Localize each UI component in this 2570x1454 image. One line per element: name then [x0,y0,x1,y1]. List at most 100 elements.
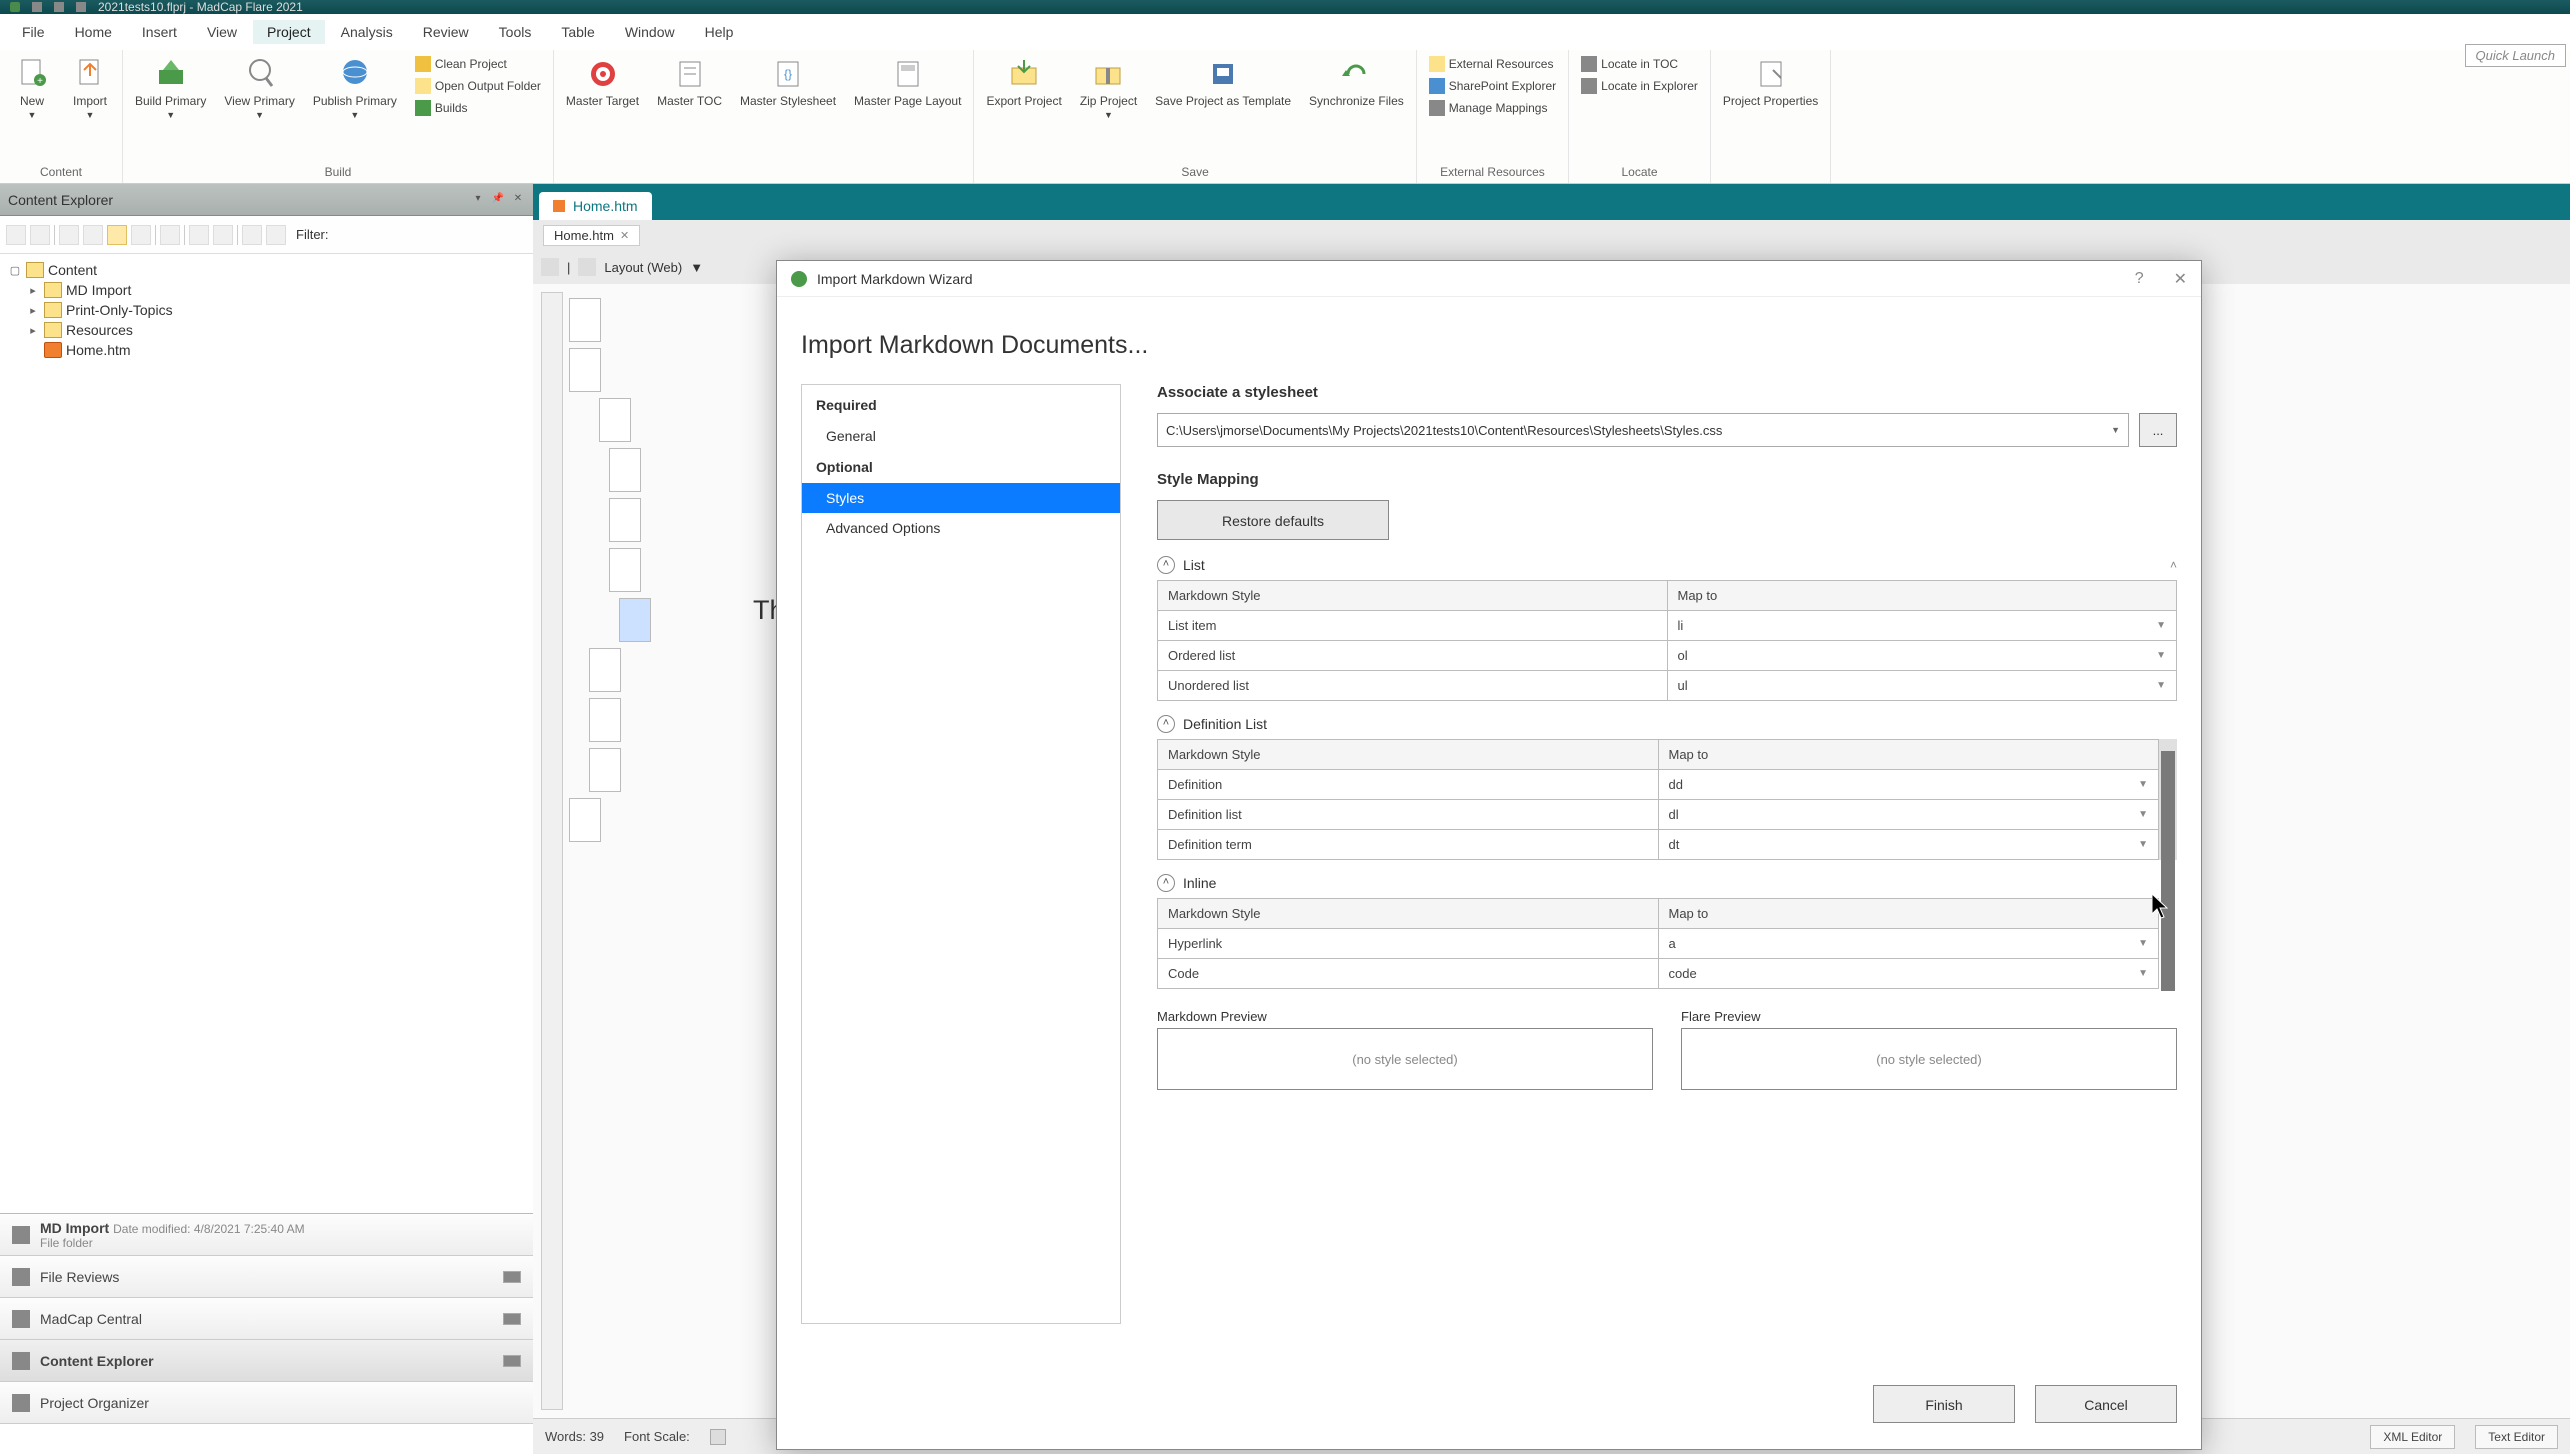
text-editor-tab[interactable]: Text Editor [2475,1425,2558,1449]
view-primary-button[interactable]: View Primary▼ [224,56,294,121]
clean-project-button[interactable]: Clean Project [415,56,541,72]
style-row[interactable]: Ordered listol▼ [1158,641,2176,671]
options-icon[interactable] [503,1355,521,1367]
sharepoint-explorer-button[interactable]: SharePoint Explorer [1429,78,1556,94]
page-thumb[interactable] [619,598,651,642]
panel-tab-project-organizer[interactable]: Project Organizer [0,1382,533,1424]
doc-tab-home[interactable]: Home.htm [539,192,652,220]
restore-defaults-button[interactable]: Restore defaults [1157,500,1389,540]
toolbar-button[interactable] [266,225,286,245]
page-thumb[interactable] [599,398,631,442]
open-output-folder-button[interactable]: Open Output Folder [415,78,541,94]
builds-button[interactable]: Builds [415,100,541,116]
collapse-icon[interactable]: ˄ [1157,715,1175,733]
style-row[interactable]: Definition termdt▼ [1158,830,2158,859]
menu-table[interactable]: Table [547,20,608,44]
inner-tab[interactable]: Home.htm✕ [543,225,640,246]
close-icon[interactable]: ✕ [2174,269,2187,289]
menu-help[interactable]: Help [691,20,748,44]
mapto-dropdown[interactable]: ul▼ [1667,671,2177,700]
menu-file[interactable]: File [8,20,59,44]
import-button[interactable]: Import▼ [70,56,110,121]
mapto-dropdown[interactable]: li▼ [1667,611,2177,640]
toolbar-button[interactable] [578,258,596,276]
finish-button[interactable]: Finish [1873,1385,2015,1423]
chevron-down-icon[interactable]: ▼ [2111,425,2120,435]
page-thumb[interactable] [569,348,601,392]
close-icon[interactable]: ✕ [620,229,629,242]
scrollbar-thumb[interactable] [2161,751,2175,991]
tree-node-md-import[interactable]: ▸MD Import [22,280,529,300]
toolbar-button[interactable] [160,225,180,245]
qat-icon[interactable] [32,2,42,12]
style-row[interactable]: Hyperlinka▼ [1158,929,2158,959]
toolbar-button[interactable] [83,225,103,245]
page-thumb[interactable] [589,698,621,742]
menu-tools[interactable]: Tools [485,20,546,44]
toolbar-button[interactable] [131,225,151,245]
cancel-button[interactable]: Cancel [2035,1385,2177,1423]
menu-project[interactable]: Project [253,20,325,44]
new-button[interactable]: +New▼ [12,56,52,121]
panel-tab-file-reviews[interactable]: File Reviews [0,1256,533,1298]
style-row[interactable]: List itemli▼ [1158,611,2176,641]
toolbar-button[interactable] [59,225,79,245]
quick-launch-input[interactable]: Quick Launch [2465,44,2567,67]
toolbar-button[interactable] [189,225,209,245]
locate-in-toc-button[interactable]: Locate in TOC [1581,56,1698,72]
manage-mappings-button[interactable]: Manage Mappings [1429,100,1556,116]
mapto-dropdown[interactable]: code▼ [1658,959,2159,988]
menu-analysis[interactable]: Analysis [327,20,407,44]
menu-insert[interactable]: Insert [128,20,191,44]
save-as-template-button[interactable]: Save Project as Template [1155,56,1291,108]
qat-icon[interactable] [76,2,86,12]
page-thumb[interactable] [609,448,641,492]
master-page-layout-button[interactable]: Master Page Layout [854,56,961,108]
tree-node-resources[interactable]: ▸Resources [22,320,529,340]
xml-editor-tab[interactable]: XML Editor [2370,1425,2455,1449]
qat-icon[interactable] [54,2,64,12]
tree-node-print-only[interactable]: ▸Print-Only-Topics [22,300,529,320]
menu-home[interactable]: Home [61,20,126,44]
browse-button[interactable]: ... [2139,413,2177,447]
mapto-dropdown[interactable]: dl▼ [1658,800,2159,829]
master-toc-button[interactable]: Master TOC [657,56,722,108]
page-thumb[interactable] [589,648,621,692]
page-thumb[interactable] [609,548,641,592]
nav-advanced-options[interactable]: Advanced Options [802,513,1120,543]
font-scale-button[interactable] [710,1429,726,1445]
scrollbar[interactable] [2159,739,2177,860]
mapto-dropdown[interactable]: ol▼ [1667,641,2177,670]
toolbar-button[interactable] [6,225,26,245]
toolbar-button[interactable] [541,258,559,276]
master-target-button[interactable]: Master Target [566,56,639,108]
panel-tab-madcap-central[interactable]: MadCap Central [0,1298,533,1340]
collapse-icon[interactable]: ˄ [1157,556,1175,574]
export-project-button[interactable]: Export Project [986,56,1061,108]
options-icon[interactable] [503,1313,521,1325]
style-row[interactable]: Codecode▼ [1158,959,2158,988]
synchronize-files-button[interactable]: Synchronize Files [1309,56,1404,108]
tree-node-content[interactable]: ▢Content [4,260,529,280]
page-thumb[interactable] [609,498,641,542]
page-thumb[interactable] [589,748,621,792]
style-row[interactable]: Unordered listul▼ [1158,671,2176,700]
zip-project-button[interactable]: Zip Project▼ [1080,56,1137,121]
stylesheet-path-input[interactable]: C:\Users\jmorse\Documents\My Projects\20… [1157,413,2129,447]
mapto-dropdown[interactable]: dd▼ [1658,770,2159,799]
panel-dropdown-icon[interactable]: ▾ [471,193,485,207]
collapse-icon[interactable]: ˄ [1157,874,1175,892]
tree-node-home-htm[interactable]: Home.htm [22,340,529,360]
toolbar-button[interactable] [30,225,50,245]
page-thumb[interactable] [569,798,601,842]
page-thumb[interactable] [569,298,601,342]
style-row[interactable]: Definitiondd▼ [1158,770,2158,800]
collapse-icon[interactable]: ˄ [2170,558,2177,572]
options-icon[interactable] [503,1271,521,1283]
menu-window[interactable]: Window [611,20,689,44]
locate-in-explorer-button[interactable]: Locate in Explorer [1581,78,1698,94]
menu-review[interactable]: Review [409,20,483,44]
toolbar-button[interactable] [107,225,127,245]
nav-styles[interactable]: Styles [802,483,1120,513]
panel-tab-md-import[interactable]: MD Import Date modified: 4/8/2021 7:25:4… [0,1214,533,1256]
